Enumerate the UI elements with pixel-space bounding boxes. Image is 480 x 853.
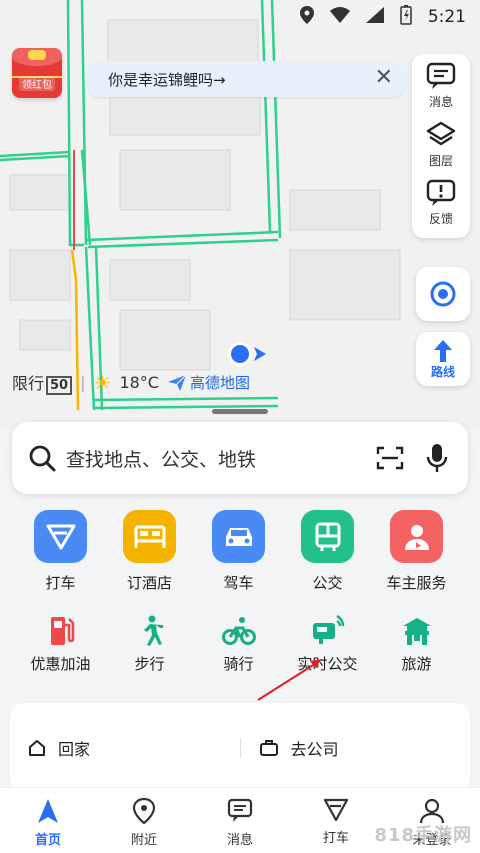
wifi-icon xyxy=(329,6,350,28)
car-icon xyxy=(212,510,265,563)
search-input[interactable]: 查找地点、公交、地铁 xyxy=(66,445,376,472)
route-label: 路线 xyxy=(430,364,455,379)
service-travel[interactable]: 旅游 xyxy=(372,613,461,674)
battery-icon xyxy=(400,4,412,30)
status-bar: 5:21 xyxy=(0,0,480,34)
temperature: 18°C xyxy=(119,373,159,392)
tab-messages[interactable]: 消息 xyxy=(192,788,288,853)
go-to-work-button[interactable]: 去公司 xyxy=(241,736,471,760)
status-time: 5:21 xyxy=(427,7,466,27)
service-walk[interactable]: 步行 xyxy=(105,613,194,674)
search-icon xyxy=(29,445,56,472)
layers-icon xyxy=(426,121,456,145)
signal-icon xyxy=(365,6,384,28)
service-taxi[interactable]: 打车 xyxy=(16,510,105,593)
service-drive[interactable]: 驾车 xyxy=(194,510,283,593)
brand-logo: 高德地图 xyxy=(167,372,250,393)
tab-taxi[interactable]: 打车 xyxy=(288,788,384,853)
bus-icon xyxy=(301,510,354,563)
red-packet-label: 领红包 xyxy=(19,76,55,91)
service-car-owner[interactable]: 车主服务 xyxy=(372,510,461,593)
scan-icon[interactable] xyxy=(376,446,404,470)
service-realtime-bus[interactable]: 实时公交 xyxy=(283,613,372,674)
sun-icon: ☀ xyxy=(93,370,112,395)
tab-nearby[interactable]: 附近 xyxy=(96,788,192,853)
locate-icon xyxy=(430,281,456,307)
service-bus[interactable]: 公交 xyxy=(283,510,372,593)
feedback-icon xyxy=(426,180,456,207)
red-packet-button[interactable]: 领红包 xyxy=(12,48,62,98)
amap-logo-icon xyxy=(167,374,187,391)
gas-icon xyxy=(41,613,81,649)
map-side-toolbar: 消息 图层 反馈 xyxy=(412,54,470,238)
drag-handle[interactable] xyxy=(212,409,268,414)
tab-home[interactable]: 首页 xyxy=(0,788,96,853)
navigation-arrow-icon xyxy=(38,799,58,823)
taxi-icon xyxy=(34,510,87,563)
divider: | xyxy=(80,373,86,392)
location-pin-icon xyxy=(132,798,156,824)
service-bike[interactable]: 骑行 xyxy=(194,613,283,674)
traffic-limit-number: 50 xyxy=(46,376,73,395)
walk-icon xyxy=(130,613,170,649)
traffic-limit[interactable]: 限行 50 xyxy=(12,370,73,395)
quick-destinations: 回家 去公司 xyxy=(10,703,470,793)
service-grid: 打车 订酒店 驾车 公交 车主服务 优惠加油 步行 骑行 实时公交 旅游 xyxy=(0,510,480,674)
sidebar-item-feedback[interactable]: 反馈 xyxy=(412,179,470,238)
microphone-icon[interactable] xyxy=(426,443,448,473)
go-home-button[interactable]: 回家 xyxy=(10,736,240,760)
route-arrow-icon xyxy=(434,339,452,362)
hotel-icon xyxy=(123,510,176,563)
message-icon xyxy=(227,798,253,822)
map-info-bar: 限行 50 | ☀ 18°C 高德地图 xyxy=(12,370,250,395)
home-icon xyxy=(29,740,45,756)
message-icon xyxy=(426,62,456,89)
sidebar-item-layers[interactable]: 图层 xyxy=(412,121,470,180)
map-view[interactable]: 5:21 领红包 你是幸运锦鲤吗→ ✕ 消息 图层 反馈 路线 限行 50 | … xyxy=(0,0,480,430)
locate-me-button[interactable] xyxy=(416,267,470,321)
travel-icon xyxy=(397,613,437,649)
user-location-marker xyxy=(226,340,266,368)
briefcase-icon xyxy=(259,740,278,756)
bike-icon xyxy=(219,613,259,649)
realtime-bus-icon xyxy=(308,613,348,649)
promo-banner[interactable]: 你是幸运锦鲤吗→ ✕ xyxy=(88,61,405,97)
watermark: 818手游网 xyxy=(374,825,472,846)
service-gas[interactable]: 优惠加油 xyxy=(16,613,105,674)
location-status-icon xyxy=(299,5,314,29)
sidebar-item-message[interactable]: 消息 xyxy=(412,62,470,121)
route-button[interactable]: 路线 xyxy=(416,332,470,386)
close-icon[interactable]: ✕ xyxy=(375,65,393,90)
taxi-icon xyxy=(323,798,349,822)
search-bar[interactable]: 查找地点、公交、地铁 xyxy=(12,422,468,494)
service-hotel[interactable]: 订酒店 xyxy=(105,510,194,593)
promo-banner-text: 你是幸运锦鲤吗→ xyxy=(108,70,226,89)
car-owner-icon xyxy=(390,510,443,563)
